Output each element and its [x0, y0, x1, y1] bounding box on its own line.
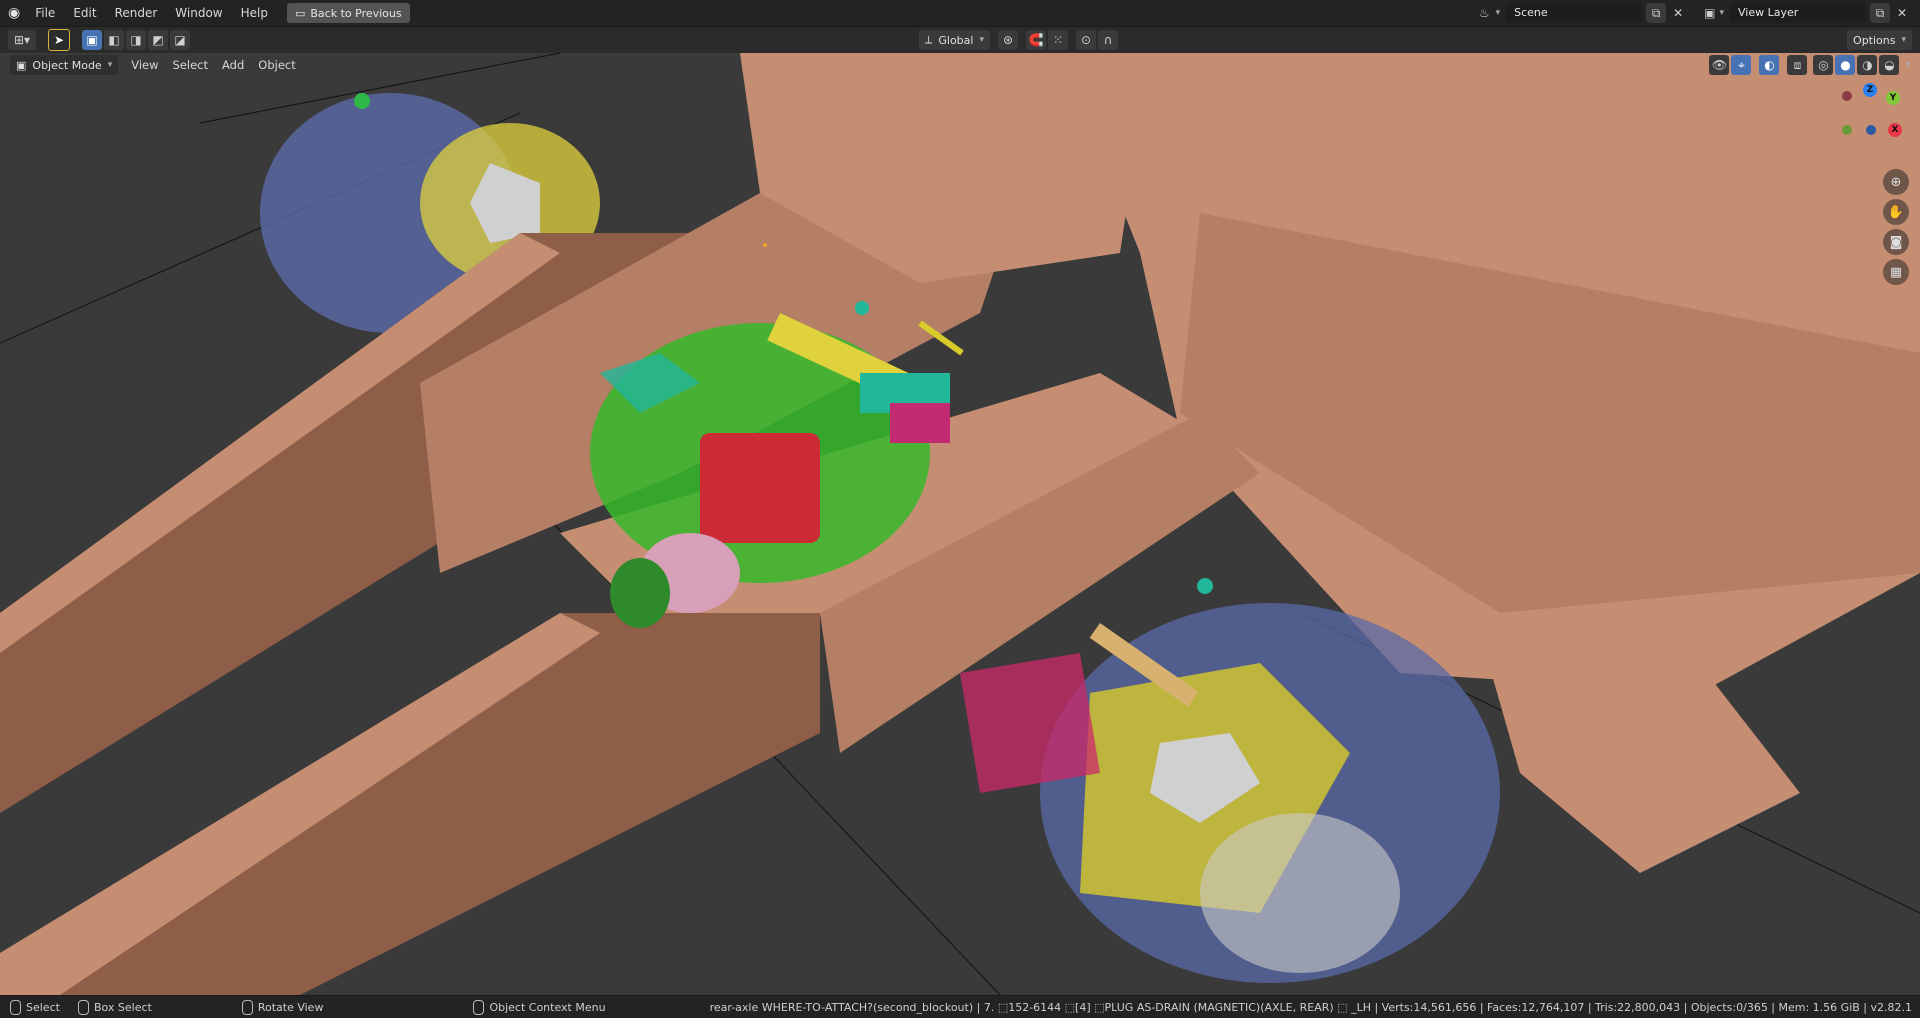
- select-intersect-icon[interactable]: ◪: [170, 30, 190, 50]
- gizmo-neg-x[interactable]: [1842, 91, 1852, 101]
- select-new-icon[interactable]: ▣: [82, 30, 102, 50]
- scene-render: [0, 53, 1920, 995]
- new-view-layer-icon[interactable]: ⧉: [1870, 3, 1890, 23]
- orientation-icon: ⟂: [925, 33, 933, 46]
- falloff-icon[interactable]: ∩: [1098, 30, 1118, 50]
- proportional-edit-icon[interactable]: ⊙: [1076, 30, 1096, 50]
- xray-icon[interactable]: ⧈: [1787, 55, 1808, 75]
- editor-type-icon[interactable]: ⊞▾: [8, 30, 36, 50]
- rendered-shading-icon[interactable]: ◒: [1879, 55, 1900, 75]
- menu-help[interactable]: Help: [232, 2, 277, 24]
- object-mode-icon: ▣: [16, 58, 27, 72]
- status-rotate-view: Rotate View: [241, 999, 323, 1015]
- view-layer-icon[interactable]: ▣: [1704, 6, 1715, 20]
- menu-file[interactable]: File: [26, 2, 64, 24]
- mouse-right-icon: [473, 999, 485, 1015]
- options-dropdown[interactable]: Options ▾: [1847, 30, 1913, 50]
- status-select: Select: [10, 999, 60, 1015]
- transform-orientation-dropdown[interactable]: ⟂ Global ▾: [919, 30, 990, 50]
- mouse-middle-icon: [241, 999, 253, 1015]
- overlays-icon[interactable]: ◐: [1759, 55, 1780, 75]
- gizmo-y-axis[interactable]: Y: [1886, 91, 1900, 105]
- select-subtract-icon[interactable]: ◨: [126, 30, 146, 50]
- chevron-down-icon[interactable]: ▾: [1905, 60, 1910, 70]
- menu-edit[interactable]: Edit: [64, 2, 105, 24]
- options-label: Options: [1853, 33, 1896, 47]
- top-bar: ◉ File Edit Render Window Help ▭ Back to…: [0, 0, 1920, 27]
- select-extend-icon[interactable]: ◧: [104, 30, 124, 50]
- screen-icon: ▭: [294, 6, 306, 20]
- close-view-layer-icon[interactable]: ✕: [1892, 3, 1912, 23]
- select-invert-icon[interactable]: ◩: [148, 30, 168, 50]
- status-bar: Select Box Select Rotate View Object Con…: [0, 995, 1920, 1018]
- status-info: rear-axle WHERE-TO-ATTACH?(second_blocko…: [709, 1000, 1912, 1014]
- gizmo-z-axis[interactable]: Z: [1863, 83, 1877, 97]
- transform-orientation-label: Global: [938, 33, 974, 47]
- status-box-select: Box Select: [77, 999, 152, 1015]
- camera-icon[interactable]: ◙: [1883, 229, 1909, 255]
- scene-icon[interactable]: ♨: [1479, 6, 1490, 20]
- viewport-header: ▣ Object Mode ▾ View Select Add Object 👁…: [0, 53, 1920, 77]
- visibility-eye-icon[interactable]: 👁: [1709, 55, 1730, 75]
- mode-label: Object Mode: [32, 58, 102, 72]
- mouse-left-icon: [10, 999, 21, 1015]
- back-to-previous-button[interactable]: ▭ Back to Previous: [286, 3, 410, 23]
- snap-target-icon[interactable]: ⁙: [1048, 30, 1068, 50]
- pivot-point-icon[interactable]: ⊛: [998, 30, 1018, 50]
- select-cursor-icon[interactable]: ➤: [48, 29, 70, 51]
- zoom-icon[interactable]: ⊕: [1883, 169, 1909, 195]
- navigation-gizmo[interactable]: Z Y X: [1836, 83, 1906, 153]
- status-context-menu: Object Context Menu: [473, 999, 606, 1015]
- gizmo-neg-y[interactable]: [1842, 125, 1852, 135]
- material-shading-icon[interactable]: ◑: [1857, 55, 1878, 75]
- blender-logo-icon[interactable]: ◉: [8, 5, 20, 21]
- view-layer-name-field[interactable]: View Layer: [1730, 3, 1866, 23]
- snap-toggle-icon[interactable]: 🧲: [1026, 30, 1046, 50]
- mode-dropdown[interactable]: ▣ Object Mode ▾: [10, 55, 119, 75]
- 3d-viewport[interactable]: Z Y X ⊕ ✋ ◙ ▦: [0, 53, 1920, 995]
- header-menu-add[interactable]: Add: [215, 55, 251, 75]
- back-to-previous-label: Back to Previous: [310, 6, 402, 20]
- close-scene-icon[interactable]: ✕: [1668, 3, 1688, 23]
- pan-hand-icon[interactable]: ✋: [1883, 199, 1909, 225]
- solid-shading-icon[interactable]: ●: [1835, 55, 1856, 75]
- header-menu-view[interactable]: View: [124, 55, 165, 75]
- gizmo-toggle-icon[interactable]: ⌖: [1731, 55, 1752, 75]
- chevron-down-icon: ▾: [979, 35, 984, 45]
- grid-view-icon[interactable]: ▦: [1883, 259, 1909, 285]
- chevron-down-icon[interactable]: ▾: [1496, 8, 1501, 18]
- mouse-drag-icon: [77, 999, 89, 1015]
- chevron-down-icon: ▾: [1901, 35, 1907, 45]
- header-menu-select[interactable]: Select: [166, 55, 215, 75]
- gizmo-x-axis[interactable]: X: [1888, 123, 1902, 137]
- menu-window[interactable]: Window: [166, 2, 231, 24]
- wireframe-shading-icon[interactable]: ◎: [1813, 55, 1834, 75]
- chevron-down-icon[interactable]: ▾: [1719, 8, 1724, 18]
- tool-settings-row: ⊞▾ ➤ ▣ ◧ ◨ ◩ ◪ ⟂ Global ▾ ⊛ 🧲 ⁙ ⊙ ∩ Opti…: [0, 27, 1920, 53]
- chevron-down-icon: ▾: [107, 60, 113, 70]
- menu-render[interactable]: Render: [106, 2, 167, 24]
- gizmo-neg-z[interactable]: [1866, 125, 1876, 135]
- new-scene-icon[interactable]: ⧉: [1646, 3, 1667, 23]
- header-menu-object[interactable]: Object: [251, 55, 302, 75]
- scene-name-field[interactable]: Scene: [1506, 3, 1643, 23]
